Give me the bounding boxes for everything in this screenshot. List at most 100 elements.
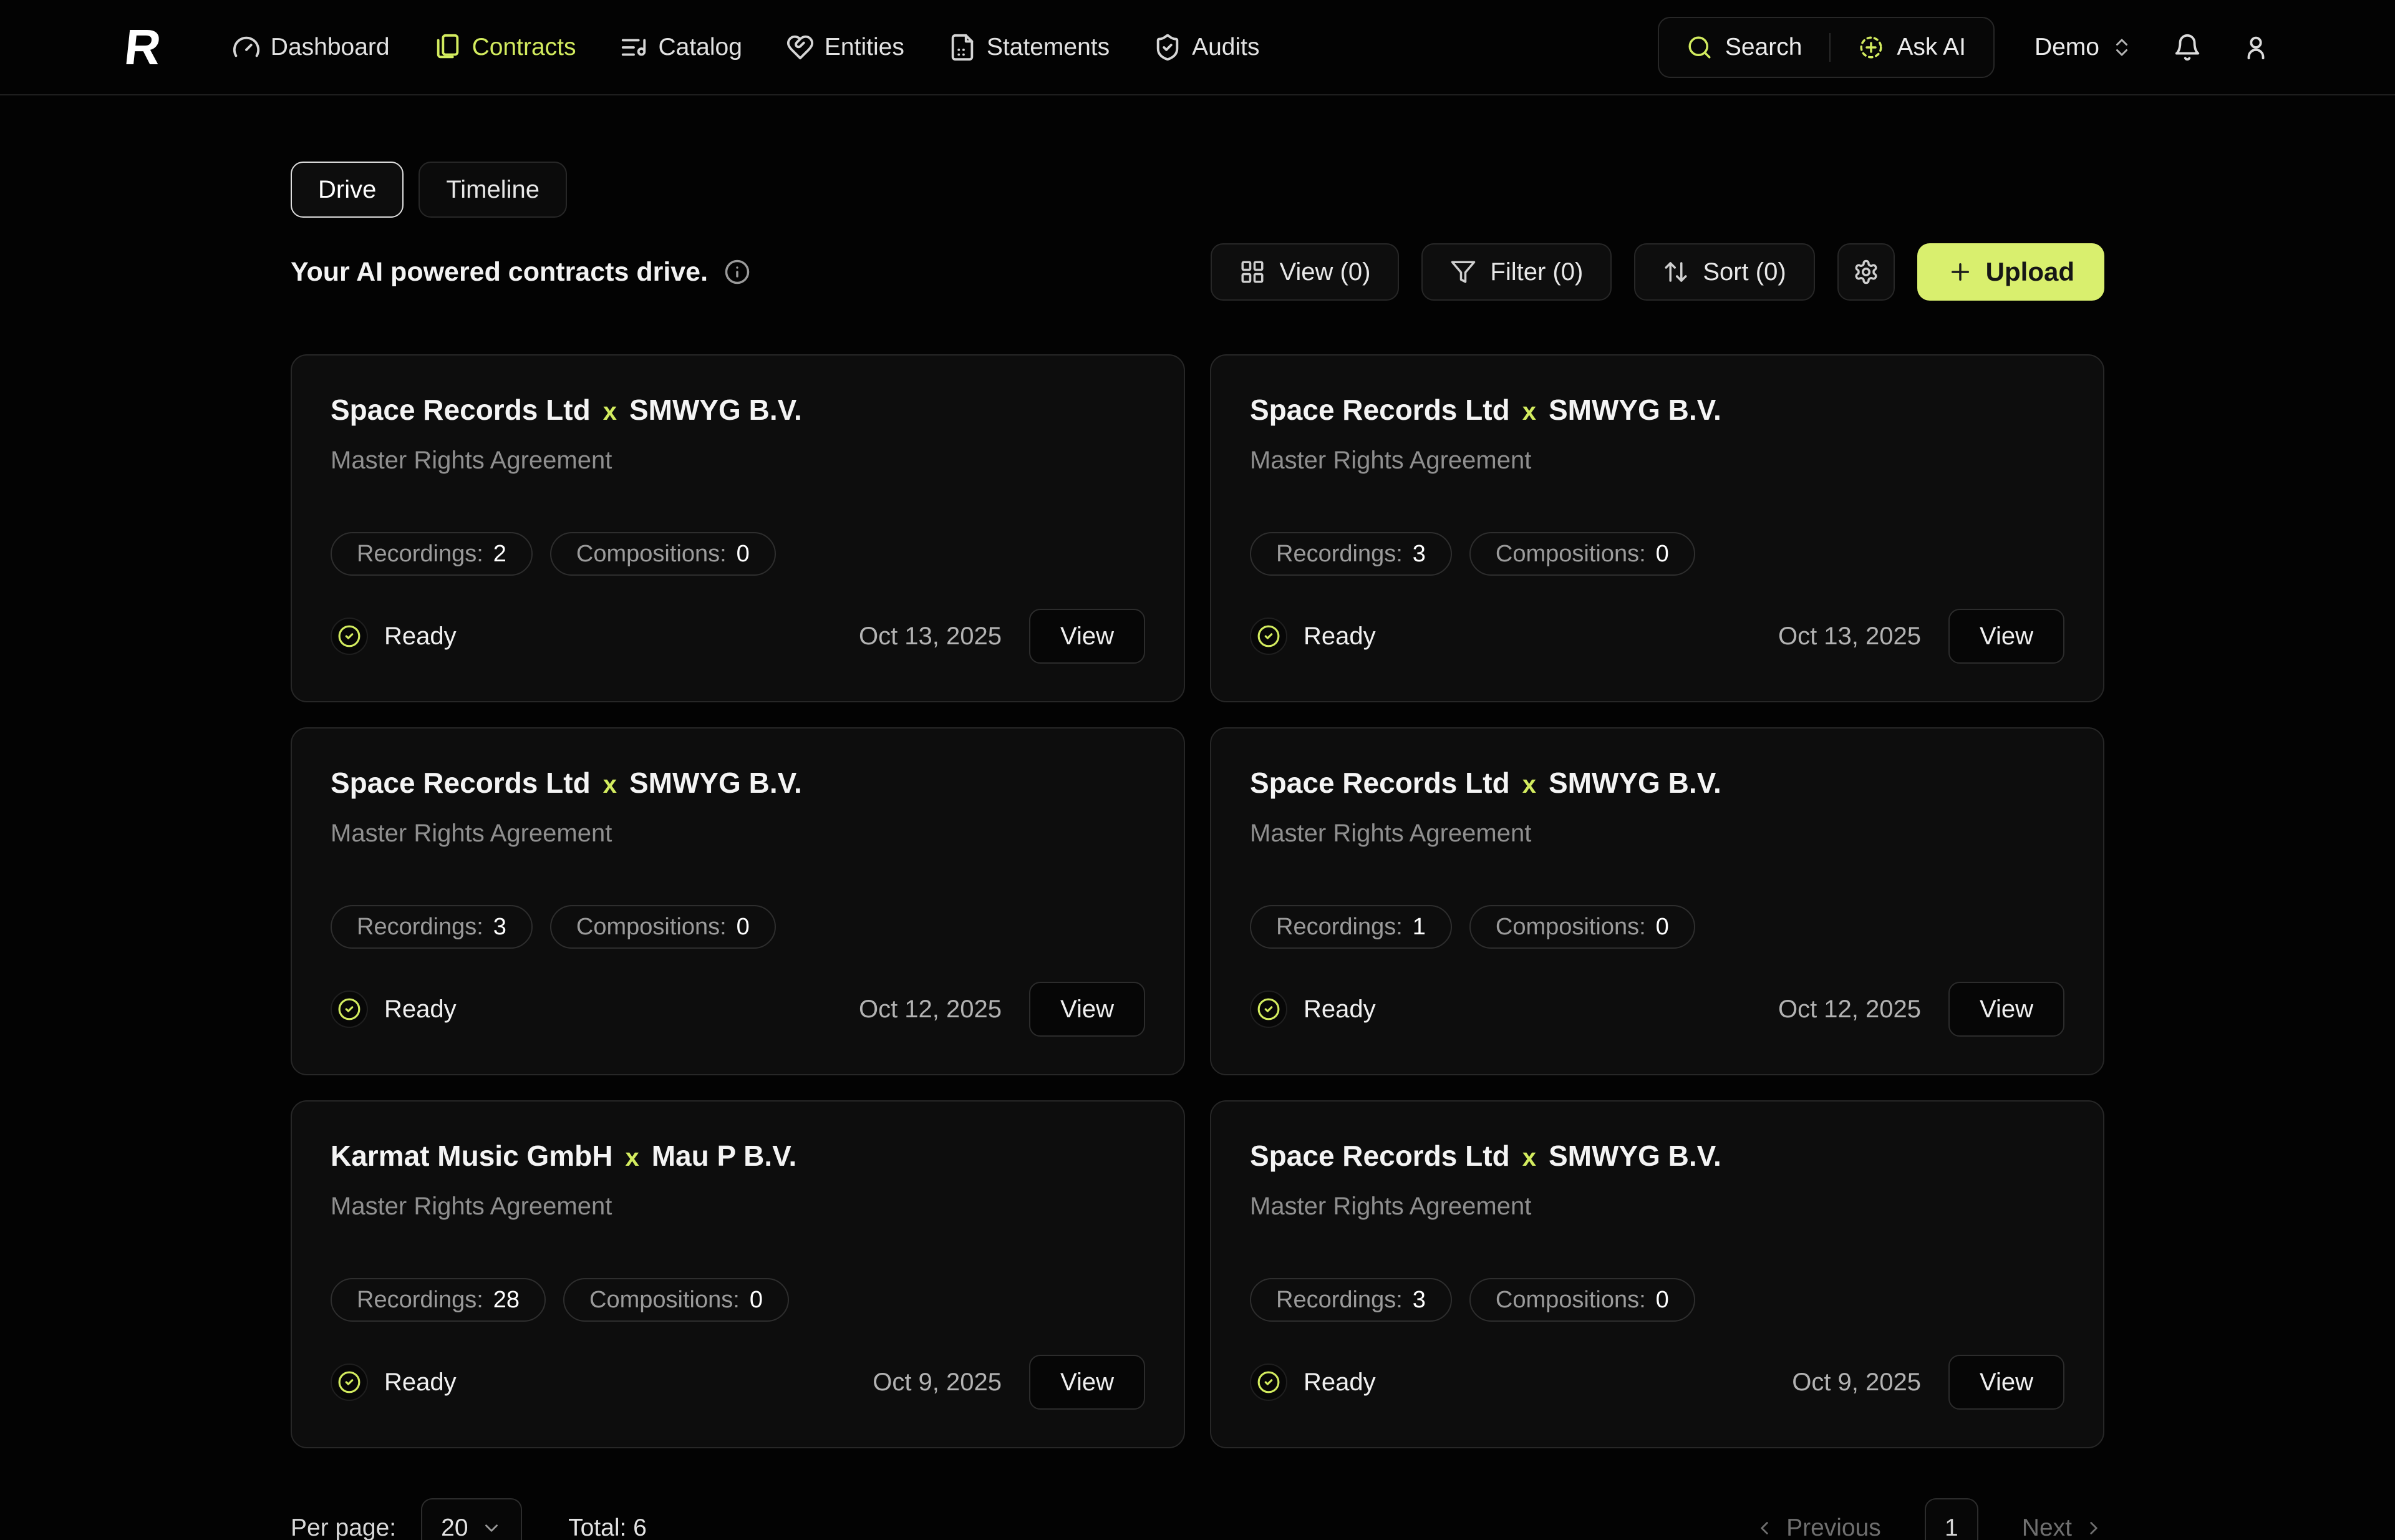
recordings-label: Recordings: (357, 541, 483, 568)
agreement-type: Master Rights Agreement (331, 820, 1145, 848)
recordings-value: 3 (493, 914, 506, 941)
recordings-value: 2 (493, 541, 506, 568)
contracts-drive-page: Drive Timeline Your AI powered contracts… (0, 162, 2395, 1540)
nav-catalog[interactable]: Catalog (619, 33, 742, 62)
per-page-label: Per page: (291, 1514, 396, 1540)
status-text: Ready (384, 622, 457, 651)
party-a: Space Records Ltd (331, 766, 591, 800)
page-subtitle: Your AI powered contracts drive. (291, 257, 708, 288)
card-footer: Ready Oct 13, 2025 View (1250, 609, 2064, 664)
next-page-button[interactable]: Next (2022, 1514, 2104, 1540)
compositions-value: 0 (750, 1287, 763, 1314)
count-pills: Recordings: 28 Compositions: 0 (331, 1278, 1145, 1322)
count-pills: Recordings: 3 Compositions: 0 (331, 905, 1145, 949)
agreement-type: Master Rights Agreement (1250, 820, 2064, 848)
view-button[interactable]: View (1029, 1355, 1145, 1410)
recordings-pill: Recordings: 3 (331, 905, 533, 949)
contract-date: Oct 12, 2025 (1778, 995, 1921, 1024)
compositions-label: Compositions: (589, 1287, 740, 1314)
recordings-label: Recordings: (357, 1287, 483, 1314)
nav-dashboard[interactable]: Dashboard (232, 33, 390, 62)
compositions-value: 0 (1656, 541, 1669, 568)
contract-title: Space Records Ltd x SMWYG B.V. (331, 393, 1145, 427)
recordings-value: 3 (1413, 541, 1426, 568)
contract-title: Karmat Music GmbH x Mau P B.V. (331, 1139, 1145, 1173)
filter-button[interactable]: Filter (0) (1421, 243, 1612, 301)
view-button[interactable]: View (1029, 982, 1145, 1037)
info-icon[interactable] (724, 259, 750, 285)
sort-button[interactable]: Sort (0) (1634, 243, 1814, 301)
card-footer: Ready Oct 9, 2025 View (331, 1355, 1145, 1410)
view-button[interactable]: View (1948, 609, 2064, 664)
party-b: SMWYG B.V. (1549, 1139, 1721, 1173)
nav-audits[interactable]: Audits (1153, 33, 1259, 62)
nav-contracts[interactable]: Contracts (433, 33, 576, 62)
x-separator: x (603, 398, 617, 426)
top-nav: R Dashboard Contracts Catalog Entities S… (0, 0, 2395, 95)
brand-logo[interactable]: R (122, 22, 161, 72)
chevron-right-icon (2083, 1518, 2104, 1539)
nav-statements[interactable]: Statements (948, 33, 1110, 62)
tab-timeline[interactable]: Timeline (419, 162, 567, 218)
x-separator: x (1522, 398, 1536, 426)
view-button[interactable]: View (1029, 609, 1145, 664)
nav-entities[interactable]: Entities (786, 33, 904, 62)
status-indicator: Ready (1250, 990, 1376, 1028)
contract-card: Space Records Ltd x SMWYG B.V. Master Ri… (1210, 1100, 2104, 1448)
card-footer: Ready Oct 12, 2025 View (1250, 982, 2064, 1037)
previous-page-button[interactable]: Previous (1754, 1514, 1881, 1540)
tab-drive[interactable]: Drive (291, 162, 404, 218)
compositions-pill: Compositions: 0 (550, 532, 776, 576)
compositions-label: Compositions: (576, 541, 727, 568)
compositions-pill: Compositions: 0 (1469, 1278, 1695, 1322)
count-pills: Recordings: 1 Compositions: 0 (1250, 905, 2064, 949)
recordings-value: 1 (1413, 914, 1426, 941)
x-separator: x (1522, 771, 1536, 799)
status-text: Ready (1304, 1368, 1376, 1397)
page-number-button[interactable]: 1 (1925, 1498, 1978, 1540)
contracts-grid: Space Records Ltd x SMWYG B.V. Master Ri… (291, 354, 2104, 1448)
contract-title: Space Records Ltd x SMWYG B.V. (331, 766, 1145, 800)
notifications-button[interactable] (2173, 33, 2202, 62)
view-options-button[interactable]: View (0) (1211, 243, 1399, 301)
layout-grid-icon (1239, 259, 1265, 285)
search-button[interactable]: Search (1659, 34, 1830, 61)
view-button[interactable]: View (1948, 1355, 2064, 1410)
status-text: Ready (1304, 995, 1376, 1024)
heart-handshake-icon (786, 33, 815, 62)
funnel-icon (1450, 259, 1476, 285)
status-indicator: Ready (331, 990, 457, 1028)
pagination-bar: Per page: 20 Total: 6 Previous 1 Next (291, 1498, 2104, 1540)
status-indicator: Ready (331, 617, 457, 655)
bell-icon (2173, 33, 2202, 62)
account-button[interactable] (2242, 33, 2270, 62)
compositions-pill: Compositions: 0 (563, 1278, 789, 1322)
party-a: Space Records Ltd (1250, 766, 1510, 800)
count-pills: Recordings: 3 Compositions: 0 (1250, 1278, 2064, 1322)
contract-date: Oct 13, 2025 (1778, 622, 1921, 651)
recordings-pill: Recordings: 28 (331, 1278, 546, 1322)
contract-date: Oct 9, 2025 (873, 1368, 1002, 1397)
contract-title: Space Records Ltd x SMWYG B.V. (1250, 393, 2064, 427)
status-indicator: Ready (1250, 617, 1376, 655)
toolbar-actions: View (0) Filter (0) Sort (0) Upload (1211, 243, 2104, 301)
agreement-type: Master Rights Agreement (331, 447, 1145, 475)
view-button[interactable]: View (1948, 982, 2064, 1037)
recordings-value: 28 (493, 1287, 520, 1314)
settings-button[interactable] (1837, 243, 1895, 301)
status-text: Ready (384, 1368, 457, 1397)
view-tabs: Drive Timeline (291, 162, 2104, 218)
per-page-select[interactable]: 20 (421, 1498, 522, 1540)
ask-ai-button[interactable]: Ask AI (1831, 34, 1993, 61)
recordings-pill: Recordings: 1 (1250, 905, 1452, 949)
recordings-label: Recordings: (357, 914, 483, 941)
party-b: SMWYG B.V. (1549, 766, 1721, 800)
card-footer-right: Oct 13, 2025 View (1778, 609, 2064, 664)
shield-check-icon (1153, 33, 1182, 62)
upload-button[interactable]: Upload (1917, 243, 2104, 301)
org-switcher[interactable]: Demo (2035, 34, 2133, 61)
file-report-icon (948, 33, 977, 62)
card-footer-right: Oct 9, 2025 View (1792, 1355, 2064, 1410)
per-page-controls: Per page: 20 Total: 6 (291, 1498, 647, 1540)
compositions-pill: Compositions: 0 (550, 905, 776, 949)
